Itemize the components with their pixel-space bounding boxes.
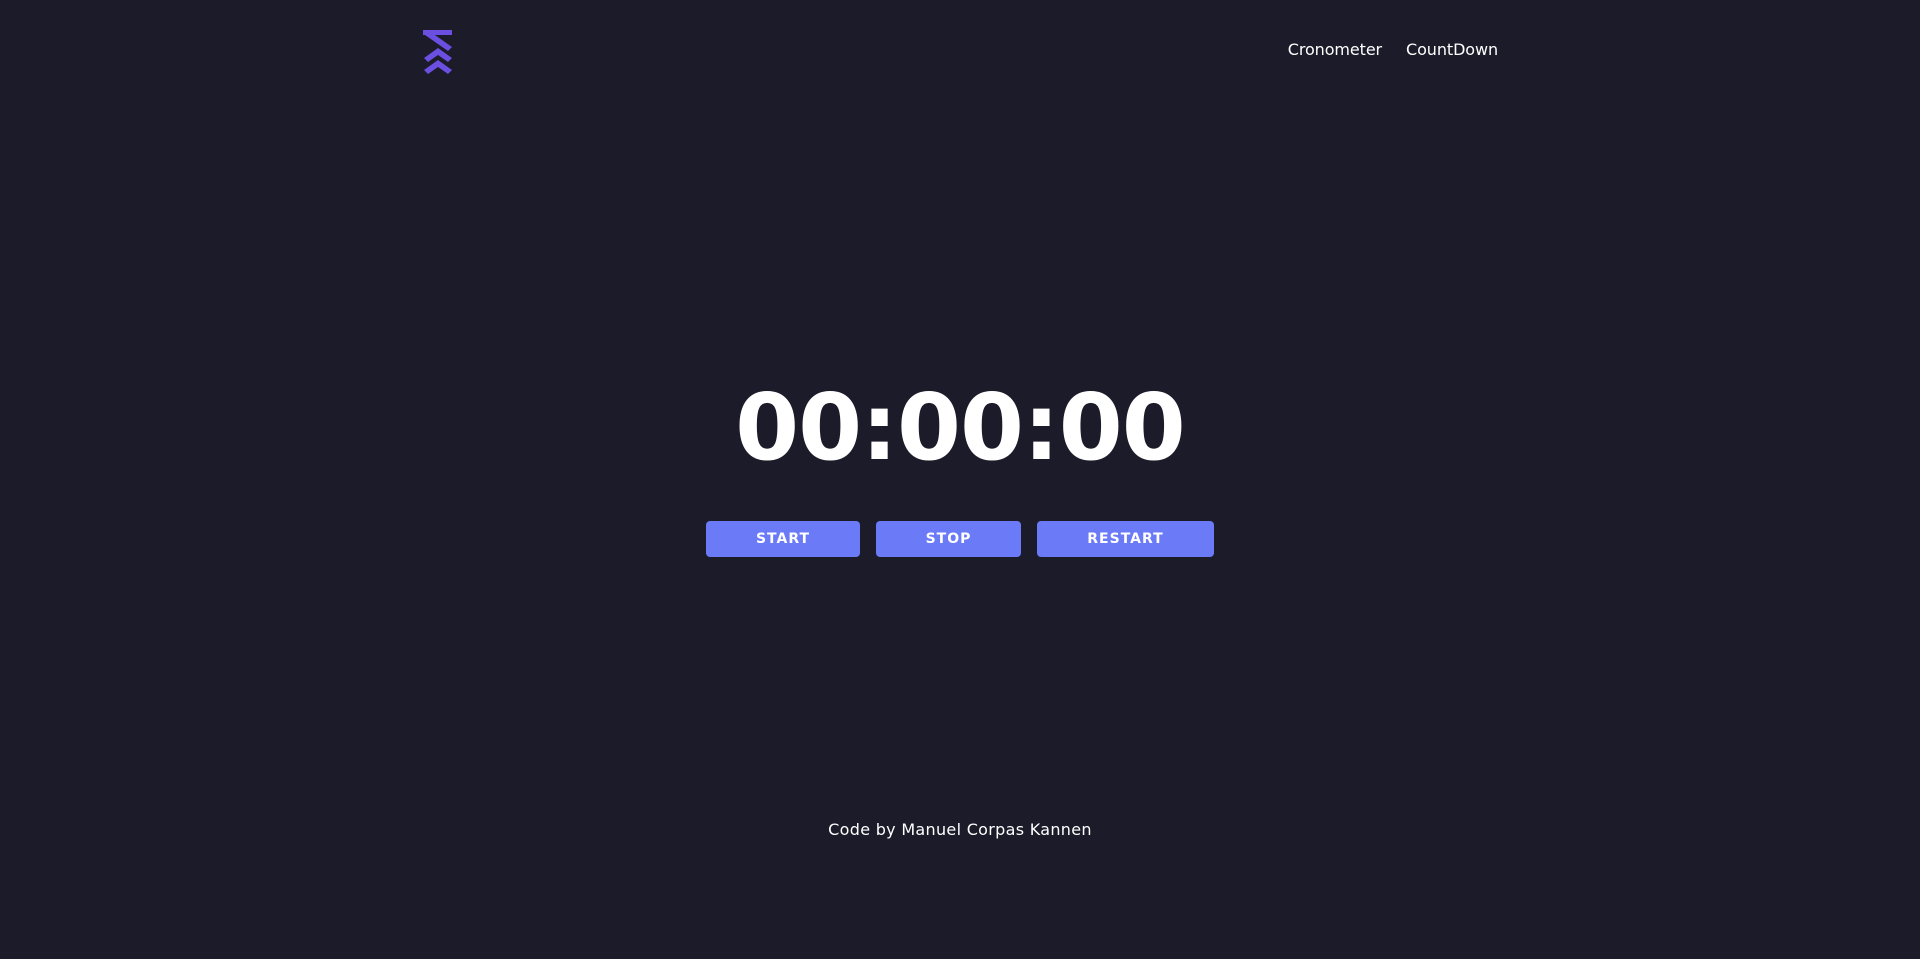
- restart-button[interactable]: RESTART: [1037, 521, 1214, 557]
- timer-display: 00:00:00: [735, 374, 1186, 481]
- stop-button[interactable]: STOP: [876, 521, 1021, 557]
- nav-link-cronometer[interactable]: Cronometer: [1288, 40, 1382, 59]
- main-nav: Cronometer CountDown: [1288, 40, 1498, 59]
- timer-controls: START STOP RESTART: [0, 521, 1920, 557]
- page: Cronometer CountDown 00:00:00 START STOP…: [0, 0, 1920, 959]
- mk-logo-icon[interactable]: [421, 28, 455, 74]
- start-button[interactable]: START: [706, 521, 860, 557]
- footer-credit: Code by Manuel Corpas Kannen: [828, 820, 1092, 839]
- nav-link-countdown[interactable]: CountDown: [1406, 40, 1498, 59]
